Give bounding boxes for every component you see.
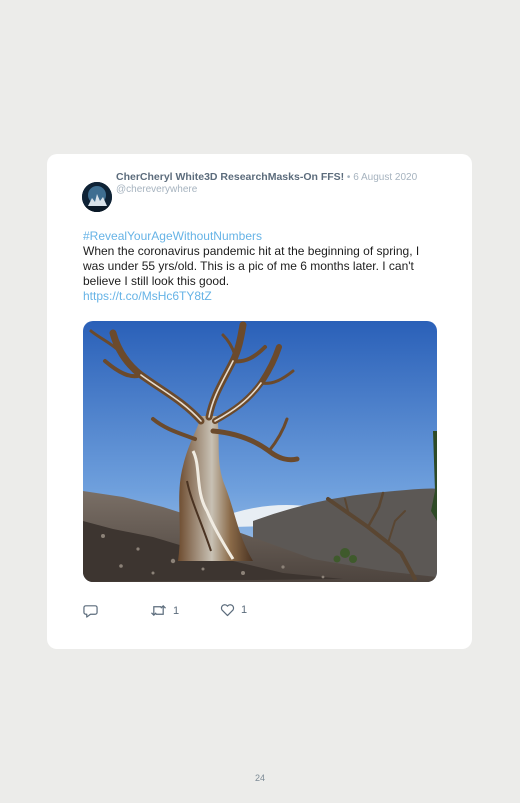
page-number: 24 xyxy=(254,773,265,783)
tweet-card[interactable]: CherCheryl White3D ResearchMasks-On FFS!… xyxy=(47,154,472,649)
date-separator: • xyxy=(344,172,354,183)
retweet-count: 1 xyxy=(173,604,180,617)
tweet-body: When the coronavirus pandemic hit at the… xyxy=(83,244,420,288)
tweet-actions: 1 1 xyxy=(83,603,443,621)
tweet-header: CherCheryl White3D ResearchMasks-On FFS!… xyxy=(116,171,428,196)
tweet-text: #RevealYourAgeWithoutNumbers When the co… xyxy=(83,229,443,304)
reply-icon xyxy=(83,605,98,618)
tweet-date[interactable]: 6 August 2020 xyxy=(353,172,417,183)
reply-button[interactable] xyxy=(83,603,98,618)
heart-icon xyxy=(220,604,235,617)
author-name[interactable]: CherCheryl White3D ResearchMasks-On FFS! xyxy=(116,171,344,183)
retweet-button[interactable]: 1 xyxy=(150,603,179,618)
like-button[interactable]: 1 xyxy=(220,603,247,617)
avatar[interactable] xyxy=(82,182,112,212)
hashtag-link[interactable]: #RevealYourAgeWithoutNumbers xyxy=(83,229,443,244)
author-handle[interactable]: @chereverywhere xyxy=(116,184,428,196)
retweet-icon xyxy=(151,604,166,617)
like-count: 1 xyxy=(241,604,248,616)
tweet-link[interactable]: https://t.co/MsHc6TY8tZ xyxy=(83,289,443,304)
tweet-photo[interactable] xyxy=(83,321,437,582)
